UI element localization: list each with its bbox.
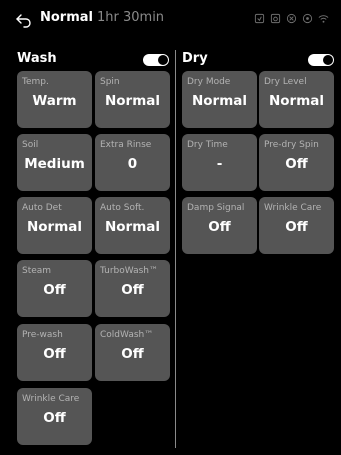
dry-section-header: Dry: [182, 50, 334, 70]
dry-tile-wrinkle-care[interactable]: Wrinkle Care Off: [259, 197, 334, 254]
wash-tile-auto-soft[interactable]: Auto Soft. Normal: [95, 197, 170, 254]
tile-value: Normal: [104, 219, 161, 235]
back-arrow-icon[interactable]: [14, 11, 32, 29]
tile-label: Wrinkle Care: [22, 394, 80, 404]
cycle-title: Normal 1hr 30min: [40, 10, 164, 25]
dry-tile-damp-signal[interactable]: Damp Signal Off: [182, 197, 257, 254]
tile-value: Off: [285, 156, 308, 172]
wash-toggle-knob: [158, 55, 168, 65]
top-bar: Normal 1hr 30min: [0, 0, 341, 42]
tile-value: 0: [127, 156, 138, 172]
dry-label: Dry: [182, 51, 208, 66]
tile-label: TurboWash™: [100, 266, 158, 276]
tile-label: Dry Time: [187, 140, 228, 150]
tile-value: Off: [208, 219, 231, 235]
wash-tile-auto-det[interactable]: Auto Det Normal: [17, 197, 92, 254]
tile-label: Extra Rinse: [100, 140, 152, 150]
wash-tile-soil[interactable]: Soil Medium: [17, 134, 92, 191]
tile-label: Dry Level: [264, 77, 307, 87]
tile-value: -: [216, 156, 223, 172]
tile-label: ColdWash™: [100, 330, 154, 340]
tile-value: Normal: [26, 219, 83, 235]
wash-tile-turbowash[interactable]: TurboWash™ Off: [95, 260, 170, 317]
dry-tile-pre-dry-spin[interactable]: Pre-dry Spin Off: [259, 134, 334, 191]
tile-label: Steam: [22, 266, 52, 276]
tile-value: Normal: [104, 93, 161, 109]
tile-value: Warm: [32, 93, 77, 109]
tile-label: Wrinkle Care: [264, 203, 322, 213]
wash-tile-temp[interactable]: Temp. Warm: [17, 71, 92, 128]
wash-tile-steam[interactable]: Steam Off: [17, 260, 92, 317]
tile-label: Damp Signal: [187, 203, 245, 213]
wash-tile-spin[interactable]: Spin Normal: [95, 71, 170, 128]
favorite-icon: [286, 13, 297, 24]
tile-label: Pre-wash: [22, 330, 63, 340]
dry-tile-dry-level[interactable]: Dry Level Normal: [259, 71, 334, 128]
tile-value: Off: [43, 282, 66, 298]
section-divider: [175, 50, 176, 448]
dry-tile-dry-mode[interactable]: Dry Mode Normal: [182, 71, 257, 128]
status-icons: [254, 13, 329, 24]
tile-label: Pre-dry Spin: [264, 140, 319, 150]
tile-value: Off: [43, 410, 66, 426]
smart-diagnosis-icon: [302, 13, 313, 24]
child-lock-icon: [270, 13, 281, 24]
wash-toggle[interactable]: [143, 54, 169, 66]
wash-tile-extra-rinse[interactable]: Extra Rinse 0: [95, 134, 170, 191]
wash-tile-pre-wash[interactable]: Pre-wash Off: [17, 324, 92, 381]
wash-label: Wash: [17, 51, 57, 66]
tile-value: Off: [43, 346, 66, 362]
tile-label: Dry Mode: [187, 77, 231, 87]
dry-toggle-knob: [323, 55, 333, 65]
tile-value: Medium: [24, 156, 85, 172]
tile-label: Spin: [100, 77, 120, 87]
tile-label: Auto Det: [22, 203, 62, 213]
tile-value: Off: [121, 346, 144, 362]
remote-start-icon: [254, 13, 265, 24]
wash-section-header: Wash: [17, 50, 169, 70]
tile-label: Soil: [22, 140, 39, 150]
dry-tile-dry-time[interactable]: Dry Time -: [182, 134, 257, 191]
tile-label: Auto Soft.: [100, 203, 145, 213]
wash-tile-coldwash[interactable]: ColdWash™ Off: [95, 324, 170, 381]
tile-value: Off: [285, 219, 308, 235]
cycle-time: 1hr 30min: [97, 10, 165, 25]
tile-value: Normal: [268, 93, 325, 109]
wifi-icon: [318, 13, 329, 24]
tile-label: Temp.: [22, 77, 49, 87]
dry-toggle[interactable]: [308, 54, 334, 66]
wash-tile-wrinkle-care[interactable]: Wrinkle Care Off: [17, 388, 92, 445]
tile-value: Normal: [191, 93, 248, 109]
cycle-mode: Normal: [40, 10, 93, 25]
tile-value: Off: [121, 282, 144, 298]
